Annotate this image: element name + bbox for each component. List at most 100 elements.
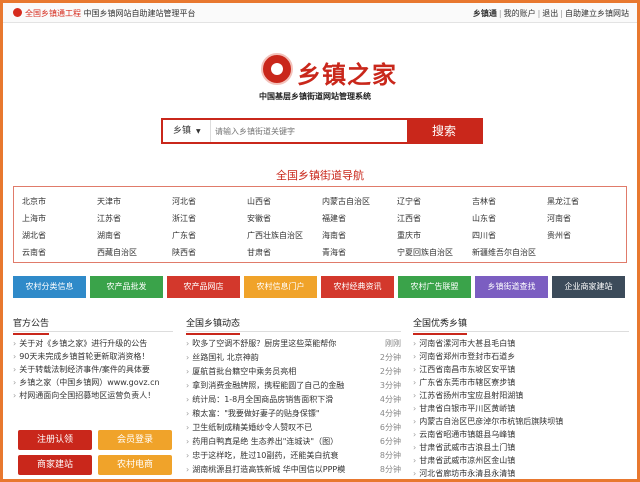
region-link[interactable]: 贵州省: [547, 230, 571, 241]
home-icon: [13, 8, 22, 17]
logo-name: 乡镇之家: [297, 61, 397, 89]
news-time: 6分钟: [379, 437, 401, 446]
town-item[interactable]: › 河南省漯河市大甚县毛白镇: [413, 338, 515, 352]
region-link[interactable]: 河南省: [547, 213, 571, 224]
region-link[interactable]: 福建省: [322, 213, 346, 224]
region-link[interactable]: 青海省: [322, 247, 346, 258]
category-button[interactable]: 农产品批发: [90, 276, 163, 298]
logo[interactable]: 乡镇之家 中国基层乡镇街道网站管理系统: [259, 53, 411, 101]
town-text: 江苏省扬州市宝应县射阳湖镇: [419, 391, 524, 400]
top-right: 乡镇通 | 我的账户 | 退出 | 自助建立乡镇网站: [473, 8, 629, 19]
news-item[interactable]: › 卫生纸制成精美婚纱令人赞叹不已 6分钟: [186, 422, 401, 436]
category-button[interactable]: 农村信息门户: [244, 276, 317, 298]
bullet-icon: ›: [413, 404, 417, 413]
region-link[interactable]: 江西省: [397, 213, 421, 224]
region-link[interactable]: 云南省: [22, 247, 46, 258]
action-button[interactable]: 农村电商: [98, 455, 172, 475]
region-link[interactable]: 新疆维吾尔自治区: [472, 247, 536, 258]
region-link[interactable]: 北京市: [22, 196, 46, 207]
news-text: 统计局：1-8月全国商品房销售面积下滑: [192, 395, 334, 404]
news-list: › 吹多了空调不舒服？厨房里这些菜能帮你 刚刚 › 丝路国礼 北京神韵 2分钟 › 厦航首批台…: [186, 338, 401, 479]
bullet-icon: ›: [13, 378, 17, 387]
category-button[interactable]: 农产品网店: [167, 276, 240, 298]
region-link[interactable]: 上海市: [22, 213, 46, 224]
town-item[interactable]: › 江苏省扬州市宝应县射阳湖镇: [413, 390, 523, 404]
town-item[interactable]: › 甘肃省武威市凉州区金山镇: [413, 455, 515, 469]
announce-item[interactable]: › 乡镇之家（中国乡镇网）www.govz.cn: [13, 377, 173, 391]
region-link[interactable]: 广西壮族自治区: [247, 230, 303, 241]
announce-item[interactable]: › 关于对《乡镇之家》进行升级的公告: [13, 338, 173, 352]
self-build-link[interactable]: 自助建立乡镇网站: [565, 9, 629, 18]
page-frame: 全国乡镇通工程 中国乡镇网站自助建站管理平台 乡镇通 | 我的账户 | 退出 | 自助建立乡…: [3, 3, 637, 479]
news-title: 全国乡镇动态: [186, 316, 241, 335]
site-link[interactable]: 全国乡镇通工程: [25, 9, 81, 18]
news-item[interactable]: › 粮太富："我要做好妻子的贴身保镖" 4分钟: [186, 408, 401, 422]
announce-item[interactable]: › 90天未完成乡镇首轮更新取消资格！: [13, 351, 173, 365]
bullet-icon: ›: [413, 391, 417, 400]
category-button[interactable]: 企业商家建站: [552, 276, 625, 298]
region-link[interactable]: 内蒙古自治区: [322, 196, 370, 207]
region-link[interactable]: 山西省: [247, 196, 271, 207]
town-text: 内蒙古自治区巴彦淖尔市杭锦后旗陕坝镇: [419, 417, 564, 426]
region-link[interactable]: 广东省: [172, 230, 196, 241]
announce-text: 乡镇之家（中国乡镇网）www.govz.cn: [19, 378, 160, 387]
region-link[interactable]: 天津市: [97, 196, 121, 207]
region-link[interactable]: 江苏省: [97, 213, 121, 224]
action-button[interactable]: 商家建站: [18, 455, 92, 475]
town-item[interactable]: › 河北省廊坊市永清县永清镇: [413, 468, 515, 479]
news-item[interactable]: › 拿到消费金融牌照，携程能圆了自己的金融 3分钟: [186, 380, 401, 394]
news-text: 忠于这样吃，胜过10副药，还能美白抗衰: [192, 451, 339, 460]
news-text: 药用白鸭真是绝 生态养出"连城诀"（图）: [192, 437, 339, 446]
news-item[interactable]: › 湖南桃源县打造高铁新城 华中国信以PPP模 8分钟: [186, 464, 401, 478]
region-link[interactable]: 山东省: [472, 213, 496, 224]
town-item[interactable]: › 甘肃省白银市平川区黄峤镇: [413, 403, 515, 417]
region-link[interactable]: 辽宁省: [397, 196, 421, 207]
news-item[interactable]: › 统计局：1-8月全国商品房销售面积下滑 4分钟: [186, 394, 401, 408]
region-link[interactable]: 甘肃省: [247, 247, 271, 258]
news-item[interactable]: › 忠于这样吃，胜过10副药，还能美白抗衰 8分钟: [186, 450, 401, 464]
region-link[interactable]: 安徽省: [247, 213, 271, 224]
region-link[interactable]: 四川省: [472, 230, 496, 241]
news-item[interactable]: › 吹多了空调不舒服？厨房里这些菜能帮你 刚刚: [186, 338, 401, 352]
news-item[interactable]: › 药用白鸭真是绝 生态养出"连城诀"（图） 6分钟: [186, 436, 401, 450]
region-link[interactable]: 重庆市: [397, 230, 421, 241]
region-link[interactable]: 吉林省: [472, 196, 496, 207]
category-button[interactable]: 农村广告联盟: [398, 276, 471, 298]
category-button[interactable]: 农村分类信息: [13, 276, 86, 298]
action-button[interactable]: 会员登录: [98, 430, 172, 450]
my-account-link[interactable]: 我的账户: [504, 9, 536, 18]
town-item[interactable]: › 广东省东莞市市辖区寮步镇: [413, 377, 515, 391]
announce-item[interactable]: › 关于转载法制经济事件/案件的具体要: [13, 364, 173, 378]
bullet-icon: ›: [413, 456, 417, 465]
region-link[interactable]: 黑龙江省: [547, 196, 579, 207]
town-item[interactable]: › 江西省南昌市东坡区安平镇: [413, 364, 515, 378]
town-item[interactable]: › 云南省昭通市镇雄县乌峰镇: [413, 429, 515, 443]
news-item[interactable]: › 丝路国礼 北京神韵 2分钟: [186, 352, 401, 366]
bullet-icon: ›: [186, 395, 190, 404]
search-input[interactable]: [215, 123, 405, 139]
divider: [413, 331, 629, 332]
news-text: 湖南桃源县打造高铁新城 华中国信以PPP模: [192, 465, 346, 474]
search-button[interactable]: 搜索: [407, 120, 481, 142]
site-name[interactable]: 乡镇通: [473, 9, 497, 18]
category-button[interactable]: 农村经典资讯: [321, 276, 394, 298]
logout-link[interactable]: 退出: [542, 9, 558, 18]
region-link[interactable]: 陕西省: [172, 247, 196, 258]
region-link[interactable]: 宁夏回族自治区: [397, 247, 453, 258]
bullet-icon: ›: [186, 339, 190, 348]
region-link[interactable]: 西藏自治区: [97, 247, 137, 258]
town-item[interactable]: › 甘肃省武威市古浪县土门镇: [413, 442, 515, 456]
announce-item[interactable]: › 村网通面向全国招募地区运营负责人！: [13, 390, 173, 404]
region-link[interactable]: 湖北省: [22, 230, 46, 241]
action-button[interactable]: 注册认领: [18, 430, 92, 450]
news-item[interactable]: › 厦航首批台籍空中乘务员亮相 2分钟: [186, 366, 401, 380]
bullet-icon: ›: [13, 365, 17, 374]
region-link[interactable]: 河北省: [172, 196, 196, 207]
region-link[interactable]: 浙江省: [172, 213, 196, 224]
category-button[interactable]: 乡镇街道查找: [475, 276, 548, 298]
region-link[interactable]: 海南省: [322, 230, 346, 241]
town-item[interactable]: › 内蒙古自治区巴彦淖尔市杭锦后旗陕坝镇: [413, 416, 563, 430]
town-item[interactable]: › 河南省郑州市登封市石道乡: [413, 351, 515, 365]
search-category-select[interactable]: 乡镇 ▼: [163, 120, 211, 142]
region-link[interactable]: 湖南省: [97, 230, 121, 241]
